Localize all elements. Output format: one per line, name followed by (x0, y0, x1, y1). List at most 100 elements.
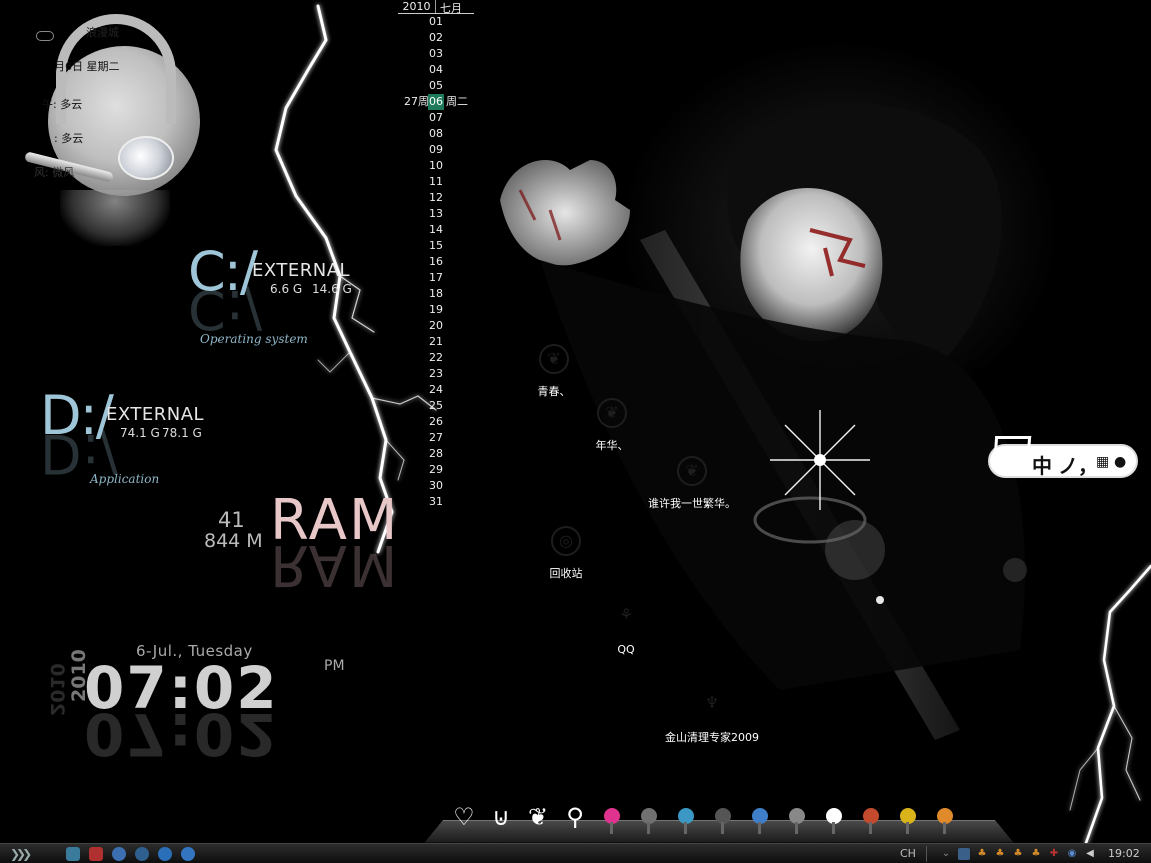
calendar-day[interactable]: 27 (398, 430, 474, 446)
calendar-day[interactable]: 31 (398, 494, 474, 510)
calendar-day[interactable]: 12 (398, 190, 474, 206)
desktop-icon-fanhua[interactable]: ❦ 谁许我一世繁华。 (632, 456, 752, 511)
figure-icon[interactable] (818, 800, 850, 834)
tray-globe-icon[interactable]: ◉ (1066, 848, 1078, 860)
calendar-day[interactable]: 14 (398, 222, 474, 238)
dark-lamp-icon[interactable] (707, 800, 739, 834)
drive-total: 78.1 G (162, 426, 202, 440)
house-icon[interactable] (992, 436, 1032, 470)
ime-punctuation[interactable]: ， (1078, 450, 1098, 479)
calendar-day[interactable]: 02 (398, 30, 474, 46)
drive-type: EXTERNAL (252, 260, 351, 281)
sparkle-core (814, 454, 826, 466)
cloud-icon (36, 31, 54, 41)
calendar-day[interactable]: 26 (398, 414, 474, 430)
blue-lamp-2-icon[interactable] (744, 800, 776, 834)
tray-expand-icon[interactable]: ⌄ (940, 848, 952, 860)
desktop-icon-label: QQ (617, 643, 635, 656)
horseshoe-icon[interactable]: ⊍ (485, 800, 517, 834)
calendar-day-today[interactable]: 06 27周 周二 (398, 94, 474, 110)
orange-lamp-icon[interactable] (929, 800, 961, 834)
ime-half-width[interactable]: ノ (1058, 450, 1078, 479)
calendar-day[interactable]: 03 (398, 46, 474, 62)
lamp-post-icon[interactable] (781, 800, 813, 834)
messenger-icon[interactable] (181, 847, 195, 861)
calendar-day[interactable]: 13 (398, 206, 474, 222)
calendar-day[interactable]: 25 (398, 398, 474, 414)
calendar-day[interactable]: 28 (398, 446, 474, 462)
sync-icon[interactable] (112, 847, 126, 861)
flame-icon: ❦ (597, 398, 627, 428)
calendar-day[interactable]: 29 (398, 462, 474, 478)
drive-type: EXTERNAL (106, 404, 205, 425)
calendar-day[interactable]: 01 (398, 14, 474, 30)
calendar-day-number: 14 (429, 223, 443, 236)
calendar-day[interactable]: 11 (398, 174, 474, 190)
clock-widget[interactable]: 6-Jul., Tuesday 2010 2010 07:02 07:02 PM (46, 640, 362, 768)
user-icon[interactable]: ● (1114, 454, 1126, 470)
calendar-month: 七月 (440, 2, 462, 15)
drive-c-widget[interactable]: C:/ C:/ EXTERNAL 6.6 G 14.6 G Operating … (188, 240, 388, 350)
desktop-icon-qq[interactable]: ⚘ QQ (566, 602, 686, 657)
calendar-day[interactable]: 18 (398, 286, 474, 302)
calendar-day[interactable]: 17 (398, 270, 474, 286)
tray-app-icon-4[interactable]: ♣ (1030, 848, 1042, 860)
heart-icon[interactable]: ♡ (448, 800, 480, 834)
calendar-day[interactable]: 20 (398, 318, 474, 334)
calendar-day[interactable]: 24 (398, 382, 474, 398)
grey-lamp-icon[interactable] (633, 800, 665, 834)
calendar-day[interactable]: 10 (398, 158, 474, 174)
globe-icon[interactable] (135, 847, 149, 861)
feather-icon[interactable]: ⚲ (559, 800, 591, 834)
home-icon[interactable] (66, 847, 80, 861)
tray-shield-icon[interactable]: ✚ (1048, 848, 1060, 860)
volume-icon[interactable]: ◀ (1084, 848, 1096, 860)
calendar-day-number: 20 (429, 319, 443, 332)
recycle-bin-icon: ◎ (551, 526, 581, 556)
calendar-day[interactable]: 30 (398, 478, 474, 494)
yellow-lamp-icon[interactable] (892, 800, 924, 834)
weather-widget[interactable]: 浪漫城 月6日 星期二 午: 多云 : 多云 风: 微风 (20, 6, 200, 246)
calendar-day[interactable]: 08 (398, 126, 474, 142)
qq-icon[interactable] (158, 847, 172, 861)
desktop-icon-label: 回收站 (549, 567, 583, 580)
calendar-day[interactable]: 22 (398, 350, 474, 366)
keyboard-icon[interactable]: ▦ (1096, 454, 1109, 470)
ram-percent: 41 (218, 508, 245, 532)
drive-d-widget[interactable]: D:/ D:/ EXTERNAL 74.1 G 78.1 G Applicati… (40, 384, 260, 494)
lightning-right-branch (1113, 705, 1141, 801)
desktop-icon-nianhua[interactable]: ❦ 年华、 (552, 398, 672, 453)
cleaner-icon: ♆ (704, 693, 720, 712)
ram-widget[interactable]: 41 844 M RAM RAM (196, 488, 406, 598)
calendar-day[interactable]: 21 (398, 334, 474, 350)
calendar-day-number: 18 (429, 287, 443, 300)
language-indicator[interactable]: CH (900, 847, 916, 860)
calendar-day[interactable]: 16 (398, 254, 474, 270)
calendar-day[interactable]: 07 (398, 110, 474, 126)
drive-used: 74.1 G (120, 426, 160, 440)
desktop-icon-recycle-bin[interactable]: ◎ 回收站 (506, 526, 626, 581)
input-method-bar[interactable]: 中 ノ ， ▦ ● (988, 436, 1140, 480)
colorful-lamp-icon[interactable] (855, 800, 887, 834)
start-button[interactable]: ❯❯❯ (10, 847, 32, 861)
calendar-day[interactable]: 19 (398, 302, 474, 318)
pink-lamp-icon[interactable] (596, 800, 628, 834)
ime-mode-chinese[interactable]: 中 (1032, 450, 1052, 479)
calendar-day[interactable]: 04 (398, 62, 474, 78)
network-icon[interactable] (958, 848, 970, 860)
ram-used: 844 M (204, 530, 263, 552)
taskbar-clock[interactable]: 19:02 (1108, 847, 1140, 860)
desktop-icon-qingchun[interactable]: ❦ 青春、 (494, 344, 614, 399)
tray-app-icon-3[interactable]: ♣ (1012, 848, 1024, 860)
desktop-icon-kingsoft-cleaner[interactable]: ♆ 金山清理专家2009 (652, 690, 772, 745)
blue-lamp-icon[interactable] (670, 800, 702, 834)
leaf-icon[interactable]: ❦ (522, 800, 554, 834)
calendar-day[interactable]: 05 (398, 78, 474, 94)
calendar-widget[interactable]: 2010 七月 01 02 03 04 05 06 27周 周二 07 08 09 10 11 12 13 1… (398, 0, 474, 510)
calendar-day[interactable]: 09 (398, 142, 474, 158)
red-circle-icon[interactable] (89, 847, 103, 861)
calendar-day[interactable]: 15 (398, 238, 474, 254)
tray-app-icon-2[interactable]: ♣ (994, 848, 1006, 860)
calendar-day[interactable]: 23 (398, 366, 474, 382)
tray-app-icon-1[interactable]: ♣ (976, 848, 988, 860)
